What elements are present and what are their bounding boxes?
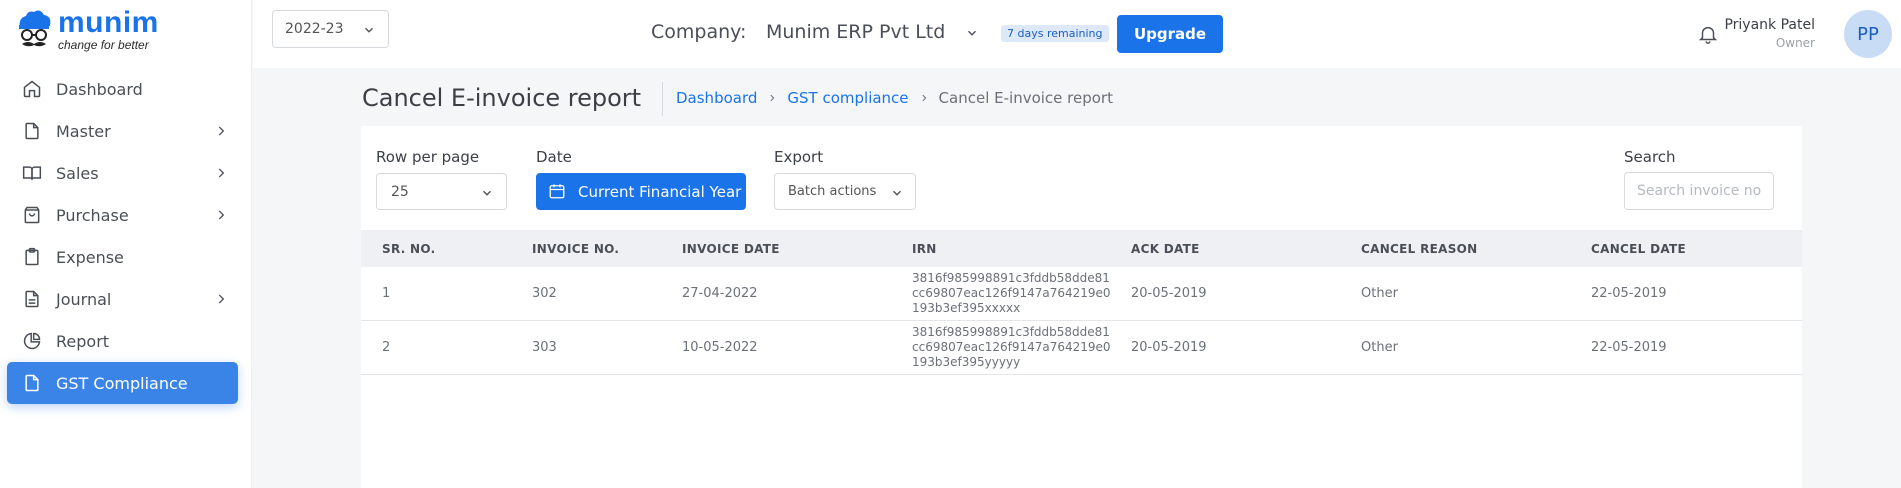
cancel-einvoice-table: SR. NO. INVOICE NO. INVOICE DATE IRN ACK… bbox=[361, 230, 1802, 375]
sidebar-item-dashboard[interactable]: Dashboard bbox=[0, 68, 252, 110]
document-icon bbox=[25, 290, 39, 308]
rows-per-page-label: Row per page bbox=[376, 148, 480, 166]
sidebar: munim change for better Dashboard Master… bbox=[0, 0, 252, 488]
title-divider bbox=[662, 82, 663, 116]
chevron-down-icon bbox=[483, 190, 491, 196]
sidebar-item-journal[interactable]: Journal bbox=[0, 278, 252, 320]
sidebar-item-label: Expense bbox=[56, 247, 124, 267]
home-icon bbox=[23, 80, 41, 98]
sidebar-item-expense[interactable]: Expense bbox=[0, 236, 252, 278]
column-header[interactable]: INVOICE NO. bbox=[511, 242, 661, 256]
chevron-right-icon bbox=[218, 126, 225, 136]
cancel-reason-cell: Other bbox=[1361, 286, 1398, 301]
column-header[interactable]: ACK DATE bbox=[1111, 242, 1341, 256]
munim-mascot-icon bbox=[19, 10, 51, 47]
sidebar-item-label: Sales bbox=[56, 163, 99, 183]
column-header[interactable]: IRN bbox=[891, 242, 1111, 256]
table-row[interactable]: 2 303 10-05-2022 3816f985998891c3fddb58d… bbox=[361, 321, 1802, 375]
chevron-right-icon bbox=[218, 168, 225, 178]
irn-cell: 3816f985998891c3fddb58dde81cc69807eac126… bbox=[912, 271, 1111, 315]
brand-tagline: change for better bbox=[58, 38, 149, 52]
breadcrumb-current: Cancel E-invoice report bbox=[938, 89, 1113, 107]
book-icon bbox=[22, 166, 42, 180]
date-range-value: Current Financial Year bbox=[578, 182, 742, 201]
sidebar-nav: Dashboard Master Sales Purchase Expense … bbox=[0, 68, 252, 404]
column-header[interactable]: CANCEL DATE bbox=[1571, 242, 1801, 256]
table-row[interactable]: 1 302 27-04-2022 3816f985998891c3fddb58d… bbox=[361, 267, 1802, 321]
financial-year-value: 2022-23 bbox=[285, 21, 344, 37]
page-title: Cancel E-invoice report bbox=[362, 84, 642, 112]
sidebar-item-label: Purchase bbox=[56, 205, 129, 225]
rows-per-page-value: 25 bbox=[391, 183, 409, 200]
sidebar-item-label: Report bbox=[56, 331, 110, 351]
sr-no-cell: 2 bbox=[382, 340, 391, 355]
ack-date-cell: 20-05-2019 bbox=[1131, 340, 1207, 355]
chevron-down-icon[interactable] bbox=[965, 26, 979, 40]
column-header[interactable]: SR. NO. bbox=[361, 242, 511, 256]
file-icon bbox=[25, 122, 39, 140]
cancel-date-cell: 22-05-2019 bbox=[1591, 340, 1667, 355]
search-input[interactable] bbox=[1624, 172, 1774, 210]
batch-actions-value: Batch actions bbox=[788, 184, 877, 199]
breadcrumb: Dashboard GST compliance Cancel E-invoic… bbox=[676, 89, 1113, 107]
chevron-down-icon bbox=[893, 190, 901, 196]
file-icon bbox=[25, 374, 39, 392]
chevron-right-icon bbox=[770, 94, 775, 102]
sidebar-item-purchase[interactable]: Purchase bbox=[0, 194, 252, 236]
invoice-date-cell: 27-04-2022 bbox=[682, 286, 758, 301]
column-header[interactable]: CANCEL REASON bbox=[1341, 242, 1571, 256]
cancel-reason-cell: Other bbox=[1361, 340, 1398, 355]
chevron-right-icon bbox=[218, 210, 225, 220]
chevron-down-icon bbox=[365, 27, 373, 33]
export-label: Export bbox=[774, 148, 824, 166]
sidebar-item-sales[interactable]: Sales bbox=[0, 152, 252, 194]
cancel-date-cell: 22-05-2019 bbox=[1591, 286, 1667, 301]
table-header: SR. NO. INVOICE NO. INVOICE DATE IRN ACK… bbox=[361, 230, 1802, 267]
user-name: Priyank Patel bbox=[1724, 17, 1815, 33]
company-selector[interactable]: Munim ERP Pvt Ltd bbox=[766, 21, 945, 43]
financial-year-select[interactable]: 2022-23 bbox=[272, 10, 389, 48]
breadcrumb-dashboard[interactable]: Dashboard bbox=[676, 89, 757, 107]
batch-actions-select[interactable]: Batch actions bbox=[774, 173, 916, 210]
invoice-no-cell: 302 bbox=[532, 286, 557, 301]
trial-remaining-badge: 7 days remaining bbox=[1001, 25, 1109, 42]
calendar-icon bbox=[549, 184, 565, 199]
breadcrumb-gst-compliance[interactable]: GST compliance bbox=[787, 89, 908, 107]
user-role: Owner bbox=[1775, 36, 1815, 50]
sidebar-item-label: Dashboard bbox=[56, 79, 143, 99]
search-label: Search bbox=[1624, 148, 1676, 166]
invoice-date-cell: 10-05-2022 bbox=[682, 340, 758, 355]
report-card: Row per page 25 Date Current Financial Y… bbox=[361, 126, 1802, 488]
sidebar-item-label: Master bbox=[56, 121, 111, 141]
column-header[interactable]: INVOICE DATE bbox=[661, 242, 891, 256]
notification-bell-icon[interactable] bbox=[1697, 23, 1719, 45]
upgrade-button[interactable]: Upgrade bbox=[1117, 15, 1223, 53]
invoice-no-cell: 303 bbox=[532, 340, 557, 355]
date-label: Date bbox=[536, 148, 572, 166]
date-range-button[interactable]: Current Financial Year bbox=[536, 173, 746, 210]
sidebar-item-gst-compliance[interactable]: GST Compliance bbox=[7, 362, 238, 404]
sidebar-item-label: Journal bbox=[56, 289, 112, 309]
company-label: Company: bbox=[651, 21, 747, 43]
chevron-right-icon bbox=[218, 294, 225, 304]
brand-logo[interactable]: munim change for better bbox=[14, 8, 164, 56]
chevron-right-icon bbox=[921, 94, 926, 102]
irn-cell: 3816f985998891c3fddb58dde81cc69807eac126… bbox=[912, 325, 1111, 369]
avatar[interactable]: PP bbox=[1844, 10, 1892, 58]
shopping-bag-icon bbox=[24, 206, 40, 224]
pie-chart-icon bbox=[23, 332, 41, 350]
sr-no-cell: 1 bbox=[382, 286, 391, 301]
rows-per-page-select[interactable]: 25 bbox=[376, 173, 507, 210]
sidebar-item-report[interactable]: Report bbox=[0, 320, 252, 362]
top-header: 2022-23 Company: Munim ERP Pvt Ltd 7 day… bbox=[253, 0, 1901, 68]
ack-date-cell: 20-05-2019 bbox=[1131, 286, 1207, 301]
sidebar-item-master[interactable]: Master bbox=[0, 110, 252, 152]
clipboard-icon bbox=[25, 247, 39, 266]
brand-name: munim bbox=[58, 6, 159, 39]
sidebar-item-label: GST Compliance bbox=[56, 373, 188, 393]
